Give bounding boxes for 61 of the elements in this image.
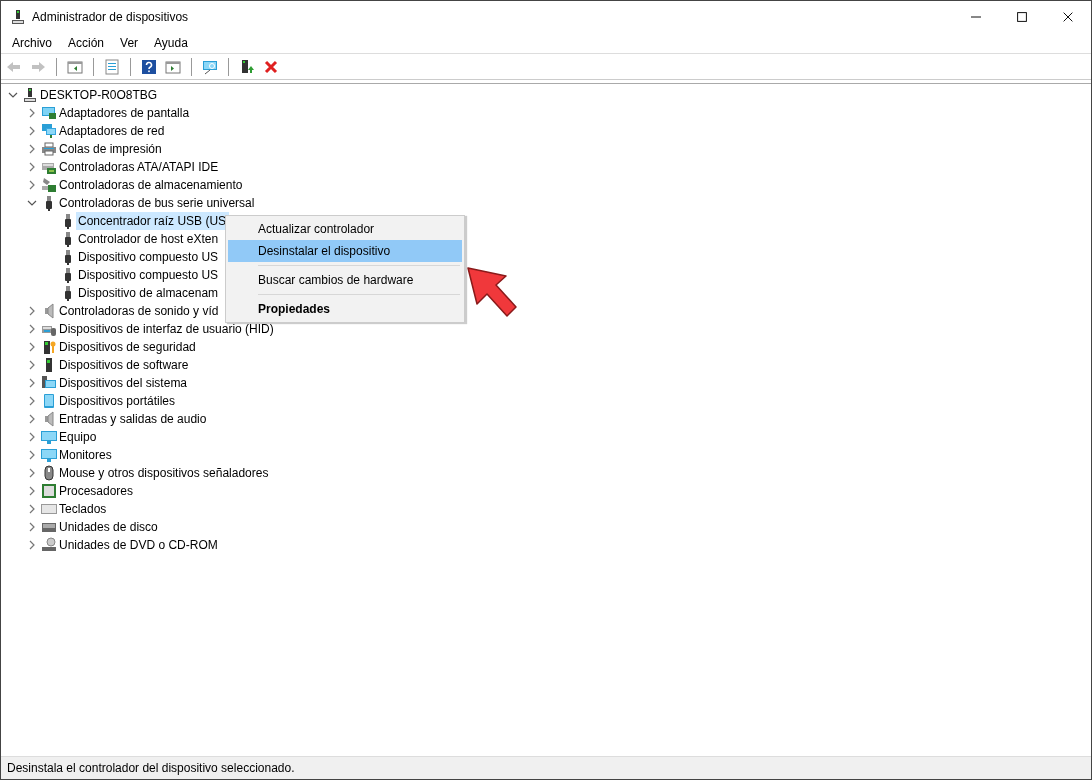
- tree-item[interactable]: Dispositivos de interfaz de usuario (HID): [57, 320, 277, 338]
- window-title: Administrador de dispositivos: [32, 9, 189, 24]
- tree-item[interactable]: Equipo: [57, 428, 100, 446]
- tree-item[interactable]: Adaptadores de pantalla: [57, 104, 193, 122]
- context-menu-item[interactable]: Propiedades: [228, 298, 462, 320]
- menu-item[interactable]: Archivo: [4, 32, 60, 53]
- update-driver-icon: [239, 58, 255, 75]
- tree-item[interactable]: Monitores: [57, 446, 115, 464]
- monitor-icon: [41, 429, 57, 445]
- menu-item[interactable]: Ver: [112, 32, 147, 53]
- tree-item[interactable]: Controladoras de almacenamiento: [57, 176, 246, 194]
- disc-drive-icon: [41, 537, 57, 553]
- menu-item[interactable]: Acción: [60, 32, 113, 53]
- tree-item[interactable]: Unidades de DVD o CD-ROM: [57, 536, 221, 554]
- properties-icon: [104, 58, 120, 75]
- storage-controller-icon: [41, 177, 57, 193]
- tree-item[interactable]: Dispositivo compuesto US: [76, 266, 222, 284]
- tree-item[interactable]: DESKTOP-R0O8TBG: [38, 86, 161, 104]
- status-text: Desinstala el controlador del dispositivo seleccionado.: [7, 761, 295, 775]
- maximize-icon: [1017, 11, 1027, 22]
- tree-item[interactable]: Dispositivo compuesto US: [76, 248, 222, 266]
- context-menu-item[interactable]: Actualizar controlador: [228, 218, 462, 240]
- context-menu-item[interactable]: Desinstalar el dispositivo: [228, 240, 462, 262]
- toolbar-button[interactable]: [140, 57, 158, 76]
- tree-item[interactable]: Colas de impresión: [57, 140, 165, 158]
- tree-item[interactable]: Dispositivos de software: [57, 356, 192, 374]
- computer-icon: [22, 87, 38, 103]
- panel-icon: [67, 58, 83, 75]
- tree-item[interactable]: Mouse y otros dispositivos señaladores: [57, 464, 272, 482]
- panel-icon: [165, 58, 181, 75]
- tree-item[interactable]: Controladoras de bus serie universal: [57, 194, 258, 212]
- tree-item[interactable]: Adaptadores de red: [57, 122, 168, 140]
- tree-item[interactable]: Unidades de disco: [57, 518, 161, 536]
- close-icon: [1063, 11, 1073, 22]
- display-adapter-icon: [41, 105, 57, 121]
- keyboard-icon: [41, 501, 57, 517]
- tree-item[interactable]: Controladoras ATA/ATAPI IDE: [57, 158, 222, 176]
- tree-item[interactable]: Controlador de host eXten: [76, 230, 222, 248]
- tree-item[interactable]: Dispositivos portátiles: [57, 392, 179, 410]
- tree-item[interactable]: Dispositivos de seguridad: [57, 338, 199, 356]
- printer-icon: [41, 141, 57, 157]
- network-icon: [41, 123, 57, 139]
- tablet-icon: [41, 393, 57, 409]
- tree-item[interactable]: Procesadores: [57, 482, 137, 500]
- help-icon: [141, 58, 157, 75]
- tree-item[interactable]: Dispositivos del sistema: [57, 374, 191, 392]
- processor-icon: [41, 483, 57, 499]
- tower-key-icon: [41, 339, 57, 355]
- remove-icon: [263, 58, 279, 75]
- computer-icon: [10, 8, 26, 25]
- tree-item[interactable]: Dispositivo de almacenam: [76, 284, 222, 302]
- context-menu-item[interactable]: Buscar cambios de hardware: [228, 269, 462, 291]
- menu-item[interactable]: Ayuda: [146, 32, 196, 53]
- system-icon: [41, 375, 57, 391]
- monitor-search-icon: [202, 58, 218, 75]
- mouse-icon: [41, 465, 57, 481]
- tree-item[interactable]: Teclados: [57, 500, 110, 518]
- monitor-icon: [41, 447, 57, 463]
- tree-item[interactable]: Concentrador raíz USB (US: [76, 212, 230, 230]
- tree-item[interactable]: Controladoras de sonido y víd: [57, 302, 222, 320]
- tree-item[interactable]: Entradas y salidas de audio: [57, 410, 210, 428]
